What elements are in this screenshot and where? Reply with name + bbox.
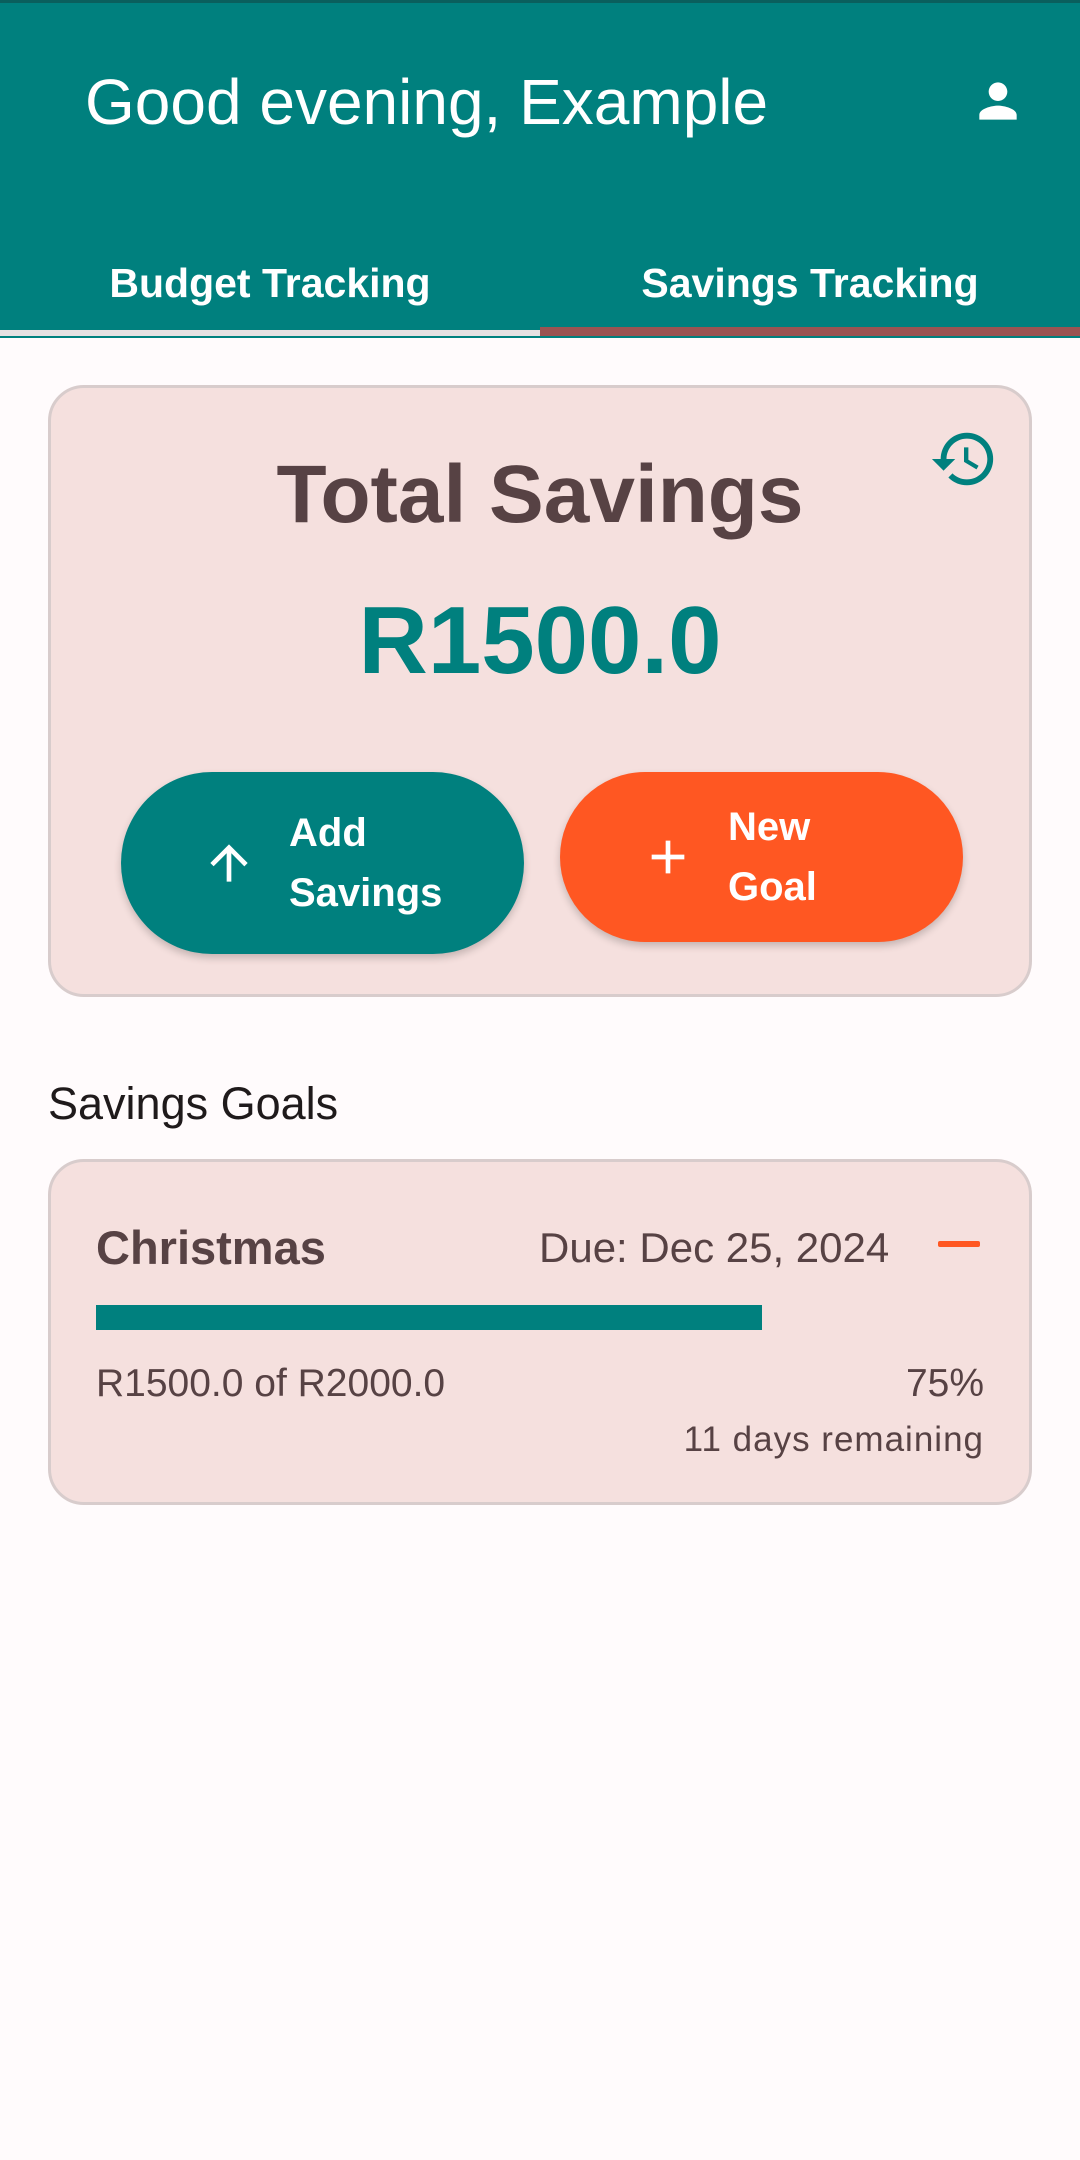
savings-screen: Good evening, Example Budget Tracking Sa…: [0, 0, 1080, 2160]
total-savings-card: Total Savings R1500.0 Add Savings New Go…: [48, 385, 1032, 997]
goal-days-remaining: 11 days remaining: [683, 1420, 984, 1459]
savings-goals-title: Savings Goals: [48, 1078, 339, 1129]
tab-label: Budget Tracking: [109, 259, 431, 306]
tab-divider: [0, 330, 540, 336]
new-goal-label: New Goal: [728, 805, 817, 909]
profile-button[interactable]: [962, 69, 1034, 133]
goal-card[interactable]: Christmas Due: Dec 25, 2024 R1500.0 of R…: [48, 1159, 1032, 1505]
remove-goal-button[interactable]: [923, 1212, 995, 1276]
arrow-up-icon: [210, 844, 248, 882]
new-goal-button[interactable]: New Goal: [560, 772, 963, 942]
goal-due-date: Due: Dec 25, 2024: [539, 1224, 890, 1271]
total-savings-amount: R1500.0: [358, 587, 722, 694]
add-savings-label: Add Savings: [289, 811, 443, 915]
goal-name: Christmas: [96, 1221, 326, 1274]
tab-label: Savings Tracking: [641, 259, 979, 306]
tab-savings-tracking[interactable]: Savings Tracking: [540, 233, 1080, 333]
total-savings-title: Total Savings: [276, 449, 804, 540]
top-app-bar: Good evening, Example Budget Tracking Sa…: [0, 0, 1080, 338]
add-savings-button[interactable]: Add Savings: [121, 772, 524, 954]
tab-selected-indicator: [540, 327, 1080, 336]
goal-amounts: R1500.0 of R2000.0: [96, 1362, 446, 1405]
goal-progress-bar: [96, 1305, 986, 1330]
tab-budget-tracking[interactable]: Budget Tracking: [0, 233, 540, 333]
greeting-title: Good evening, Example: [85, 66, 769, 138]
goal-progress-fill: [96, 1305, 762, 1330]
minus-icon: [938, 1241, 980, 1247]
person-icon: [979, 82, 1017, 120]
plus-icon: [651, 840, 685, 874]
goal-percent: 75%: [905, 1362, 984, 1405]
